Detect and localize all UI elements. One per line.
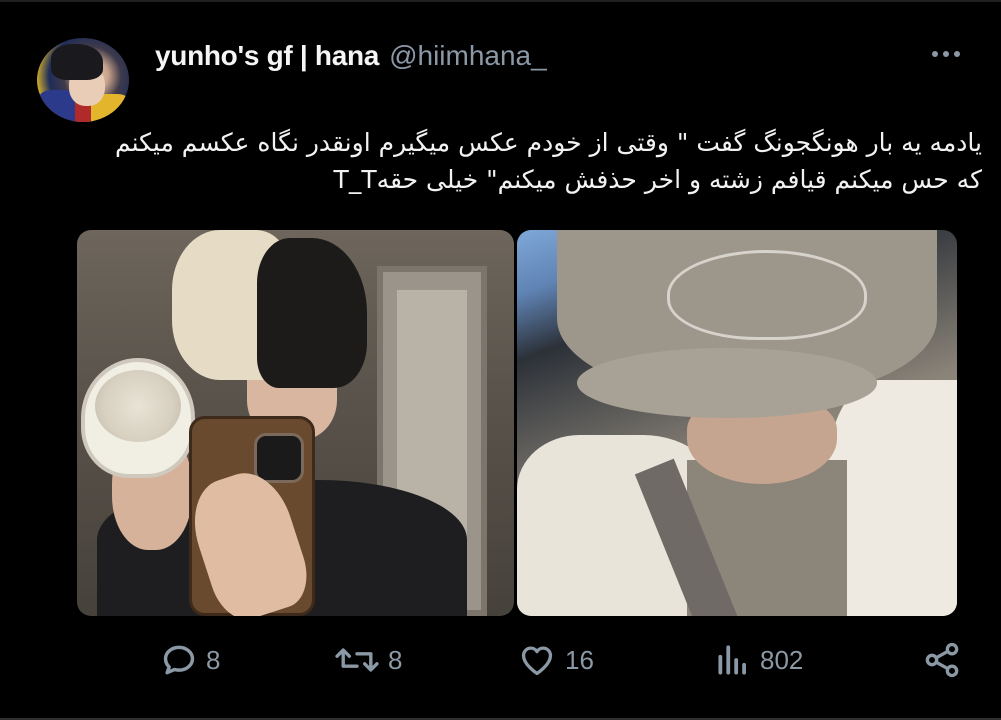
photo-hat-brim [577, 348, 877, 418]
photo-hair-dark [257, 238, 367, 388]
like-count: 16 [565, 644, 594, 675]
author-row: yunho's gf | hana @hiimhana_ [155, 38, 547, 74]
tweet-card: yunho's gf | hana @hiimhana_ یادمه یه با… [0, 0, 1001, 720]
media-photo-right[interactable] [517, 230, 957, 616]
photo-phone-camera [254, 433, 304, 483]
more-horizontal-icon[interactable] [924, 42, 968, 66]
photo-glasses [667, 250, 867, 340]
reply-count: 8 [206, 644, 221, 675]
user-handle[interactable]: @hiimhana_ [389, 40, 547, 72]
views-button[interactable]: 802 [714, 632, 803, 688]
action-bar: 8 8 16 802 [0, 632, 1001, 688]
like-button[interactable]: 16 [517, 632, 594, 688]
views-chart-icon [718, 645, 746, 675]
avatar[interactable] [37, 38, 129, 122]
retweet-icon [335, 648, 379, 672]
share-button[interactable] [922, 632, 962, 688]
view-count: 802 [760, 644, 804, 675]
photo-ice-cream [95, 370, 181, 442]
share-icon [925, 642, 959, 678]
reply-icon [163, 645, 195, 675]
media-photo-left[interactable] [77, 230, 514, 616]
tweet-text: یادمه یه بار هونگجونگ گفت " وقتی از خودم… [114, 128, 982, 194]
reply-button[interactable]: 8 [160, 632, 220, 688]
heart-icon [521, 646, 553, 676]
display-name[interactable]: yunho's gf | hana [155, 40, 379, 72]
avatar-hair [51, 44, 103, 80]
photo-ice-cream-cup [81, 358, 195, 478]
retweet-count: 8 [388, 644, 403, 675]
retweet-button[interactable]: 8 [334, 632, 402, 688]
